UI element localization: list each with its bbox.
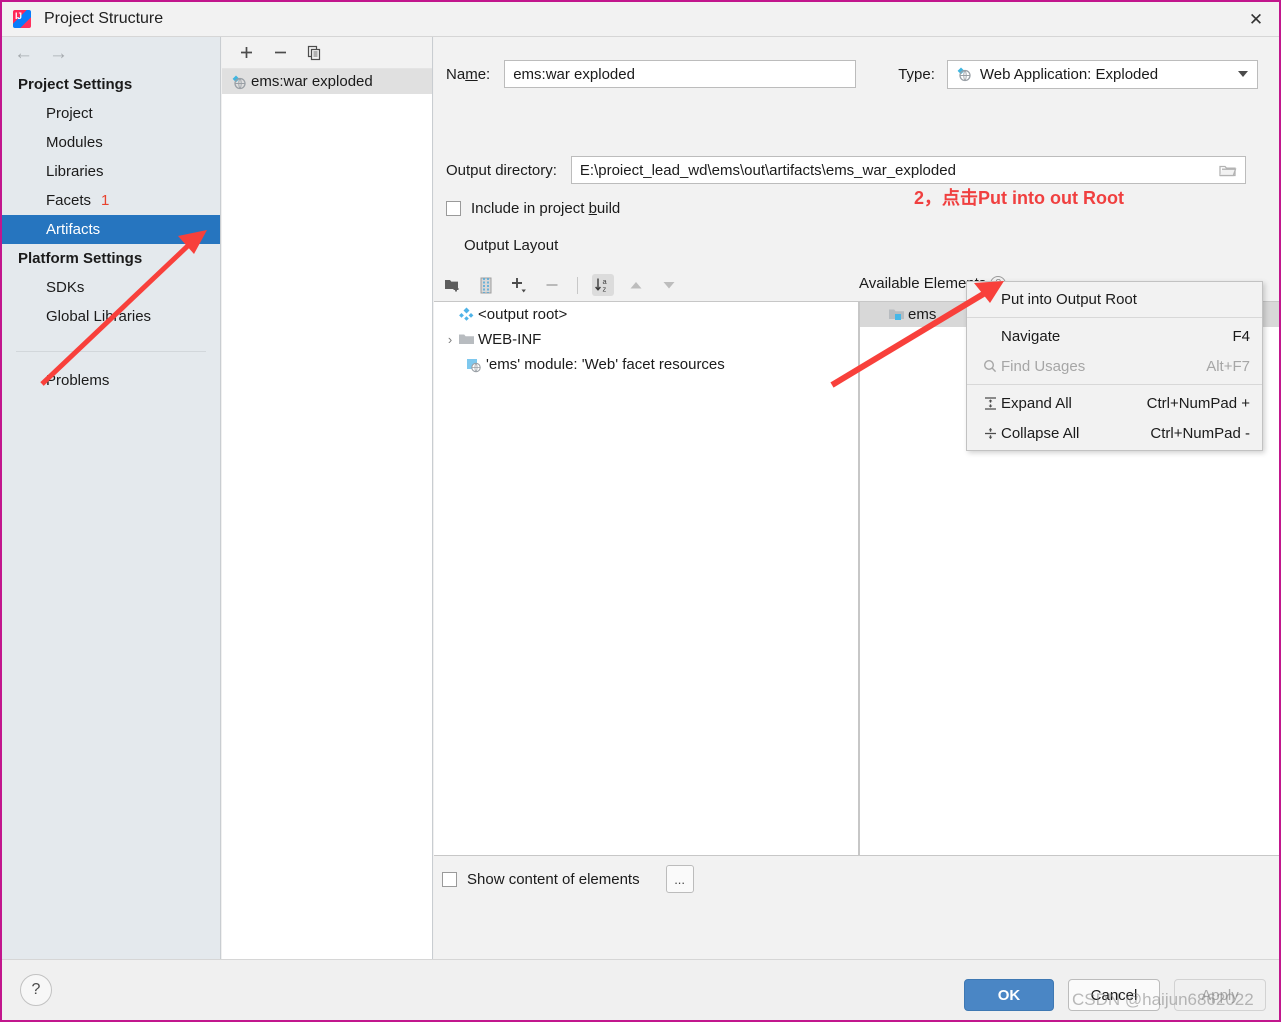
apply-button: Apply: [1174, 979, 1266, 1011]
artifact-list-item[interactable]: ems:war exploded: [222, 69, 432, 94]
sidebar-item-artifacts[interactable]: Artifacts: [2, 215, 220, 244]
context-menu-divider: [967, 317, 1262, 318]
expand-all-icon: [979, 396, 1001, 411]
arrow-right-icon[interactable]: →: [49, 44, 68, 63]
output-directory-label: Output directory:: [446, 161, 557, 179]
sidebar-item-facets[interactable]: Facets 1: [2, 186, 220, 215]
context-menu-item-shortcut: F4: [1232, 327, 1250, 345]
include-in-project-build-checkbox[interactable]: [446, 201, 461, 216]
ok-button[interactable]: OK: [964, 979, 1054, 1011]
project-structure-dialog: IJ Project Structure ✕ ← → Project Setti…: [0, 0, 1281, 1022]
type-dropdown[interactable]: Web Application: Exploded: [946, 59, 1258, 89]
web-facet-icon: [466, 357, 486, 373]
show-content-of-elements-label: Show content of elements: [467, 870, 640, 888]
svg-text:z: z: [603, 285, 607, 294]
include-in-project-build-label: Include in project build: [471, 200, 621, 217]
context-menu-item-expand-all[interactable]: Expand All Ctrl+NumPad +: [967, 388, 1262, 418]
sidebar-item-libraries[interactable]: Libraries: [2, 157, 220, 186]
sidebar-group-project-settings: Project Settings: [18, 76, 133, 93]
web-artifact-icon: [231, 74, 251, 90]
sidebar-divider: [16, 351, 206, 352]
tree-row[interactable]: <output root>: [434, 302, 858, 327]
tree-row-label: ems: [908, 306, 937, 323]
context-menu-item-shortcut: Ctrl+NumPad +: [1146, 394, 1250, 412]
context-menu-item-shortcut: Alt+F7: [1206, 357, 1250, 375]
context-menu-item-navigate[interactable]: Navigate F4: [967, 321, 1262, 351]
context-menu-item-put-into-output-root[interactable]: Put into Output Root: [967, 284, 1262, 314]
annotation-step-1-badge: 1: [101, 192, 110, 209]
context-menu-item-label: Expand All: [1001, 394, 1072, 412]
folder-icon[interactable]: [1219, 163, 1237, 178]
context-menu: Put into Output Root Navigate F4 Find Us…: [966, 281, 1263, 451]
window-title: Project Structure: [44, 10, 164, 27]
cancel-button[interactable]: Cancel: [1068, 979, 1160, 1011]
type-label: Type:: [898, 65, 935, 83]
output-directory-input[interactable]: E:\proiect_lead_wd\ems\out\artifacts\ems…: [570, 156, 1246, 184]
context-menu-item-label: Find Usages: [1001, 357, 1086, 375]
name-input[interactable]: ems:war exploded: [504, 60, 857, 88]
sidebar-item-modules[interactable]: Modules: [2, 128, 220, 157]
output-directory-row: Output directory: E:\proiect_lead_wd\ems…: [434, 155, 1279, 185]
tree-row[interactable]: › WEB-INF: [434, 327, 858, 352]
move-up-button[interactable]: [625, 274, 647, 296]
module-icon: [888, 307, 908, 322]
more-options-button[interactable]: ...: [665, 865, 694, 893]
context-menu-item-collapse-all[interactable]: Collapse All Ctrl+NumPad -: [967, 418, 1262, 448]
intellij-idea-icon: IJ: [12, 9, 32, 29]
copy-artifact-button[interactable]: [304, 43, 324, 63]
name-type-row: Name: ems:war exploded Type: Web Applica…: [434, 59, 1279, 89]
artifacts-toolbar: [222, 37, 432, 69]
artifact-editor: Name: ems:war exploded Type: Web Applica…: [434, 37, 1279, 959]
help-button[interactable]: ?: [20, 974, 52, 1006]
output-layout-tree[interactable]: <output root> › WEB-INF 'ems' module: 'W…: [434, 301, 859, 856]
sidebar-group-platform-settings: Platform Settings: [18, 250, 143, 267]
collapse-all-icon: [979, 426, 1001, 441]
tree-row-label: WEB-INF: [478, 331, 542, 348]
sidebar-item-sdks[interactable]: SDKs: [2, 273, 220, 302]
tree-twisty-icon[interactable]: ›: [442, 332, 458, 347]
settings-sidebar: ← → Project Settings Project Modules Lib…: [2, 37, 221, 959]
context-menu-divider: [967, 384, 1262, 385]
show-content-of-elements-checkbox[interactable]: [442, 871, 457, 887]
close-icon[interactable]: ✕: [1233, 2, 1279, 36]
tree-row[interactable]: 'ems' module: 'Web' facet resources: [434, 352, 858, 377]
context-menu-item-label: Put into Output Root: [1001, 290, 1137, 308]
context-menu-item-find-usages: Find Usages Alt+F7: [967, 351, 1262, 381]
artifacts-list-panel: ems:war exploded: [222, 37, 433, 959]
name-input-value: ems:war exploded: [513, 65, 635, 83]
add-directory-button[interactable]: [442, 274, 464, 296]
sidebar-item-problems[interactable]: Problems: [2, 366, 220, 395]
archive-icon[interactable]: [475, 274, 497, 296]
output-root-icon: [458, 306, 478, 323]
tree-row-label: <output root>: [478, 306, 568, 323]
sidebar-item-facets-label: Facets: [46, 192, 92, 209]
remove-element-button[interactable]: [541, 274, 563, 296]
add-artifact-button[interactable]: [236, 43, 256, 63]
toolbar-divider: [577, 276, 578, 294]
sidebar-item-global-libraries[interactable]: Global Libraries: [2, 302, 220, 331]
search-icon: [979, 359, 1001, 373]
web-artifact-icon: [956, 66, 976, 82]
move-down-button[interactable]: [658, 274, 680, 296]
type-dropdown-value: Web Application: Exploded: [979, 65, 1159, 83]
include-in-project-build-row[interactable]: Include in project build: [446, 200, 620, 217]
tree-row-label: 'ems' module: 'Web' facet resources: [486, 356, 725, 373]
title-bar: IJ Project Structure ✕: [2, 2, 1279, 37]
context-menu-item-label: Collapse All: [1001, 424, 1080, 442]
context-menu-item-shortcut: Ctrl+NumPad -: [1150, 424, 1250, 442]
sidebar-navigation: ← →: [2, 37, 220, 70]
folder-icon: [458, 332, 478, 347]
output-directory-value: E:\proiect_lead_wd\ems\out\artifacts\ems…: [579, 161, 956, 179]
context-menu-item-label: Navigate: [1001, 327, 1061, 345]
sort-alphabetically-button[interactable]: a z: [592, 274, 614, 296]
add-element-button[interactable]: [508, 274, 530, 296]
arrow-left-icon[interactable]: ←: [14, 44, 33, 63]
artifact-list-item-label: ems:war exploded: [251, 73, 373, 90]
show-content-of-elements-row[interactable]: Show content of elements ...: [442, 865, 694, 893]
sidebar-item-project[interactable]: Project: [2, 99, 220, 128]
name-label: Name:: [446, 65, 491, 83]
output-layout-label: Output Layout: [464, 237, 559, 254]
chevron-down-icon: [1237, 71, 1248, 77]
remove-artifact-button[interactable]: [270, 43, 290, 63]
